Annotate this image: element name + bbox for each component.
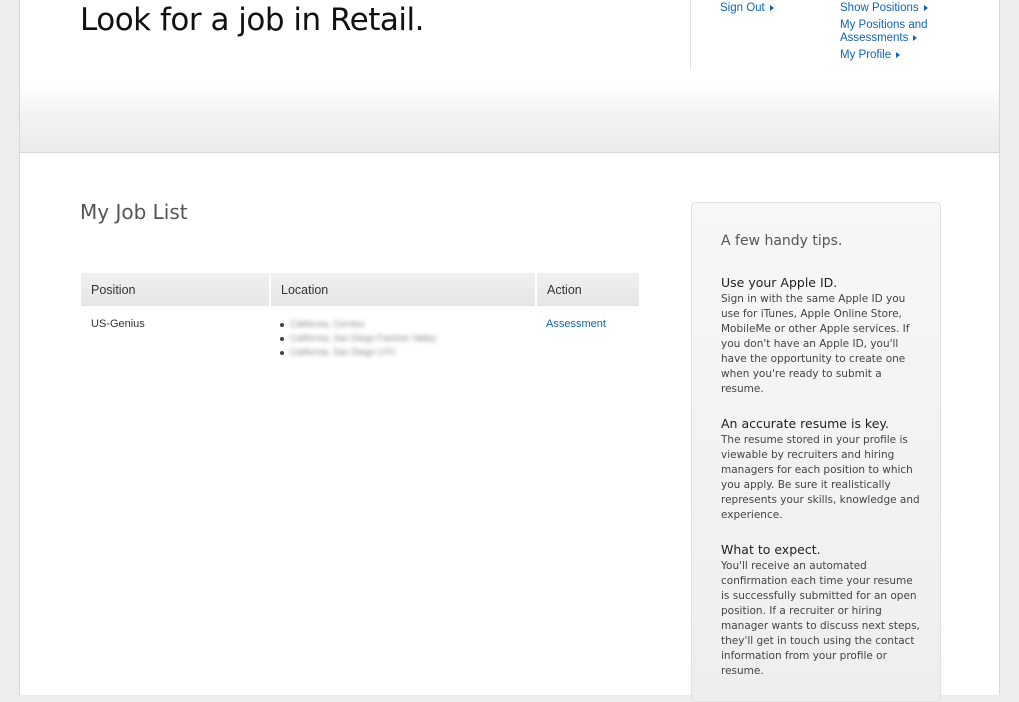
job-list-title: My Job List xyxy=(80,200,188,224)
tip-expect: What to expect. You'll receive an automa… xyxy=(721,542,921,679)
tips-panel: A few handy tips. Use your Apple ID. Sig… xyxy=(691,202,941,702)
tip-heading: An accurate resume is key. xyxy=(721,416,889,431)
tips-title: A few handy tips. xyxy=(721,233,843,249)
column-header-position: Position xyxy=(81,273,271,306)
location-text: California, Cerritos xyxy=(290,319,365,329)
tip-body: You'll receive an automated confirmation… xyxy=(721,560,920,677)
location-item: California, San Diego UTC xyxy=(280,346,526,360)
job-list-table: Position Location Action US-Genius Calif… xyxy=(81,273,639,360)
location-item: California, Cerritos xyxy=(280,318,526,332)
nav-divider xyxy=(690,0,691,70)
my-profile-label: My Profile xyxy=(840,49,892,61)
tip-heading: Use your Apple ID. xyxy=(721,275,838,290)
location-list: California, Cerritos California, San Die… xyxy=(280,318,526,360)
bullet-icon xyxy=(280,323,284,327)
assessment-link[interactable]: Assessment xyxy=(546,318,606,330)
chevron-right-icon xyxy=(769,4,774,11)
my-positions-label-line1: My Positions and xyxy=(840,19,928,31)
tip-body: Sign in with the same Apple ID you use f… xyxy=(721,293,910,395)
show-positions-label: Show Positions xyxy=(840,2,919,14)
column-header-location: Location xyxy=(270,273,537,306)
sign-out-link[interactable]: Sign Out xyxy=(720,2,774,15)
tip-heading: What to expect. xyxy=(721,542,821,557)
header: Look for a job in Retail. Sign Out Show … xyxy=(20,0,999,153)
chevron-right-icon xyxy=(923,4,928,11)
table-header-row: Position Location Action xyxy=(81,273,639,306)
my-positions-link[interactable]: My Positions and Assessments xyxy=(840,19,928,45)
tip-body: The resume stored in your profile is vie… xyxy=(721,434,920,521)
location-item: California, San Diego Fashion Valley xyxy=(280,332,526,346)
chevron-right-icon xyxy=(913,34,918,41)
location-text: California, San Diego Fashion Valley xyxy=(290,333,436,343)
page-title: Look for a job in Retail. xyxy=(80,2,424,38)
tip-resume: An accurate resume is key. The resume st… xyxy=(721,416,921,523)
page-container: Look for a job in Retail. Sign Out Show … xyxy=(19,0,1000,702)
location-cell: California, Cerritos California, San Die… xyxy=(270,306,536,360)
tip-apple-id: Use your Apple ID. Sign in with the same… xyxy=(721,275,921,397)
bullet-icon xyxy=(280,337,284,341)
my-positions-label-line2: Assessments xyxy=(840,32,909,44)
bullet-icon xyxy=(280,351,284,355)
action-cell: Assessment xyxy=(536,306,639,360)
location-text: California, San Diego UTC xyxy=(290,347,397,357)
column-header-action: Action xyxy=(536,273,639,306)
my-profile-link[interactable]: My Profile xyxy=(840,49,901,62)
sign-out-label: Sign Out xyxy=(720,2,765,14)
chevron-right-icon xyxy=(896,51,901,58)
table-row: US-Genius California, Cerritos Californi… xyxy=(81,306,639,360)
position-cell: US-Genius xyxy=(91,318,145,330)
show-positions-link[interactable]: Show Positions xyxy=(840,2,928,15)
